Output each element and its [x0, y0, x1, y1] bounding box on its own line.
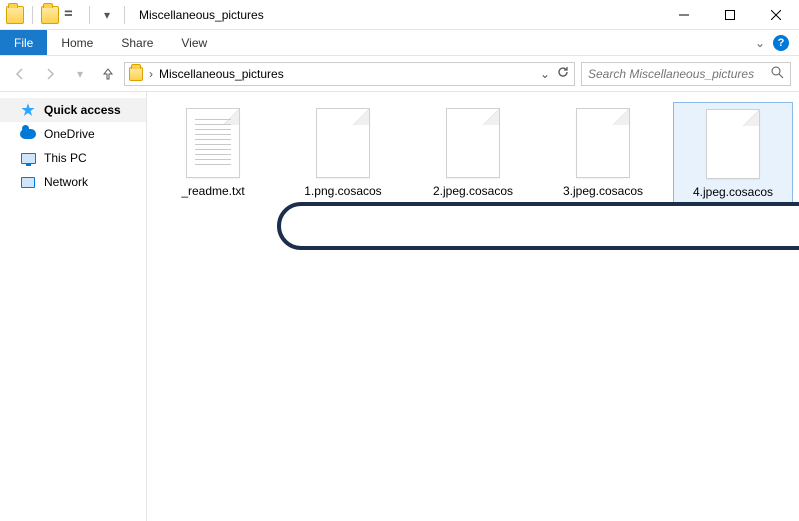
text-file-icon — [186, 108, 240, 178]
window-controls — [661, 0, 799, 30]
file-name: 2.jpeg.cosacos — [433, 184, 513, 198]
generic-file-icon — [576, 108, 630, 178]
tab-view[interactable]: View — [167, 30, 221, 55]
generic-file-icon — [706, 109, 760, 179]
file-items: _readme.txt 1.png.cosacos 2.jpeg.cosacos… — [153, 102, 793, 206]
star-icon: ★ — [20, 102, 36, 118]
help-icon[interactable]: ? — [773, 35, 789, 51]
ribbon-tabs: File Home Share View ⌄ ? — [0, 30, 799, 56]
body-area: ★ Quick access OneDrive This PC Network … — [0, 92, 799, 521]
file-item[interactable]: 2.jpeg.cosacos — [413, 102, 533, 206]
folder-icon — [129, 67, 143, 81]
search-box[interactable] — [581, 62, 791, 86]
search-input[interactable] — [588, 67, 771, 81]
quick-access-toolbar: ▾ — [6, 4, 129, 26]
sidebar-item-label: OneDrive — [44, 127, 95, 141]
address-bar[interactable]: Miscellaneous_pictures ⌄ — [124, 62, 575, 86]
folder-icon — [6, 6, 24, 24]
ribbon-expand-icon[interactable]: ⌄ — [755, 36, 765, 50]
sidebar-item-network[interactable]: Network — [0, 170, 146, 194]
recent-locations-dropdown[interactable]: ▾ — [68, 62, 92, 86]
file-list-pane[interactable]: _readme.txt 1.png.cosacos 2.jpeg.cosacos… — [147, 92, 799, 521]
tab-share[interactable]: Share — [107, 30, 167, 55]
dropdown-icon[interactable]: ▾ — [98, 4, 116, 26]
file-name: 1.png.cosacos — [304, 184, 381, 198]
maximize-button[interactable] — [707, 0, 753, 30]
breadcrumb-separator — [147, 67, 155, 81]
file-name: 4.jpeg.cosacos — [693, 185, 773, 199]
file-item[interactable]: 1.png.cosacos — [283, 102, 403, 206]
qat-customize-dropdown[interactable] — [63, 4, 81, 26]
sidebar-item-this-pc[interactable]: This PC — [0, 146, 146, 170]
close-button[interactable] — [753, 0, 799, 30]
title-bar: ▾ Miscellaneous_pictures — [0, 0, 799, 30]
pc-icon — [21, 153, 36, 164]
back-button[interactable] — [8, 62, 32, 86]
breadcrumb-item[interactable]: Miscellaneous_pictures — [159, 67, 284, 81]
file-item[interactable]: 3.jpeg.cosacos — [543, 102, 663, 206]
up-button[interactable] — [98, 62, 118, 86]
folder-open-icon[interactable] — [41, 6, 59, 24]
tab-file[interactable]: File — [0, 30, 47, 55]
sidebar-item-label: Network — [44, 175, 88, 189]
forward-button[interactable] — [38, 62, 62, 86]
file-item[interactable]: 4.jpeg.cosacos — [673, 102, 793, 206]
navigation-toolbar: ▾ Miscellaneous_pictures ⌄ — [0, 56, 799, 92]
sidebar-item-onedrive[interactable]: OneDrive — [0, 122, 146, 146]
search-icon[interactable] — [771, 66, 784, 82]
sidebar-item-label: Quick access — [44, 103, 121, 117]
file-name: 3.jpeg.cosacos — [563, 184, 643, 198]
sidebar-item-quick-access[interactable]: ★ Quick access — [0, 98, 146, 122]
window-title: Miscellaneous_pictures — [139, 8, 264, 22]
file-name: _readme.txt — [181, 184, 244, 198]
network-icon — [21, 177, 35, 188]
separator — [32, 6, 33, 24]
generic-file-icon — [316, 108, 370, 178]
file-item[interactable]: _readme.txt — [153, 102, 273, 206]
generic-file-icon — [446, 108, 500, 178]
minimize-button[interactable] — [661, 0, 707, 30]
separator — [89, 6, 90, 24]
refresh-button[interactable] — [556, 65, 570, 82]
cloud-icon — [20, 129, 36, 139]
address-dropdown-icon[interactable]: ⌄ — [540, 67, 550, 81]
annotation-highlight-oval — [277, 202, 799, 250]
separator — [124, 6, 125, 24]
tab-home[interactable]: Home — [47, 30, 107, 55]
sidebar-item-label: This PC — [44, 151, 87, 165]
navigation-pane: ★ Quick access OneDrive This PC Network — [0, 92, 147, 521]
